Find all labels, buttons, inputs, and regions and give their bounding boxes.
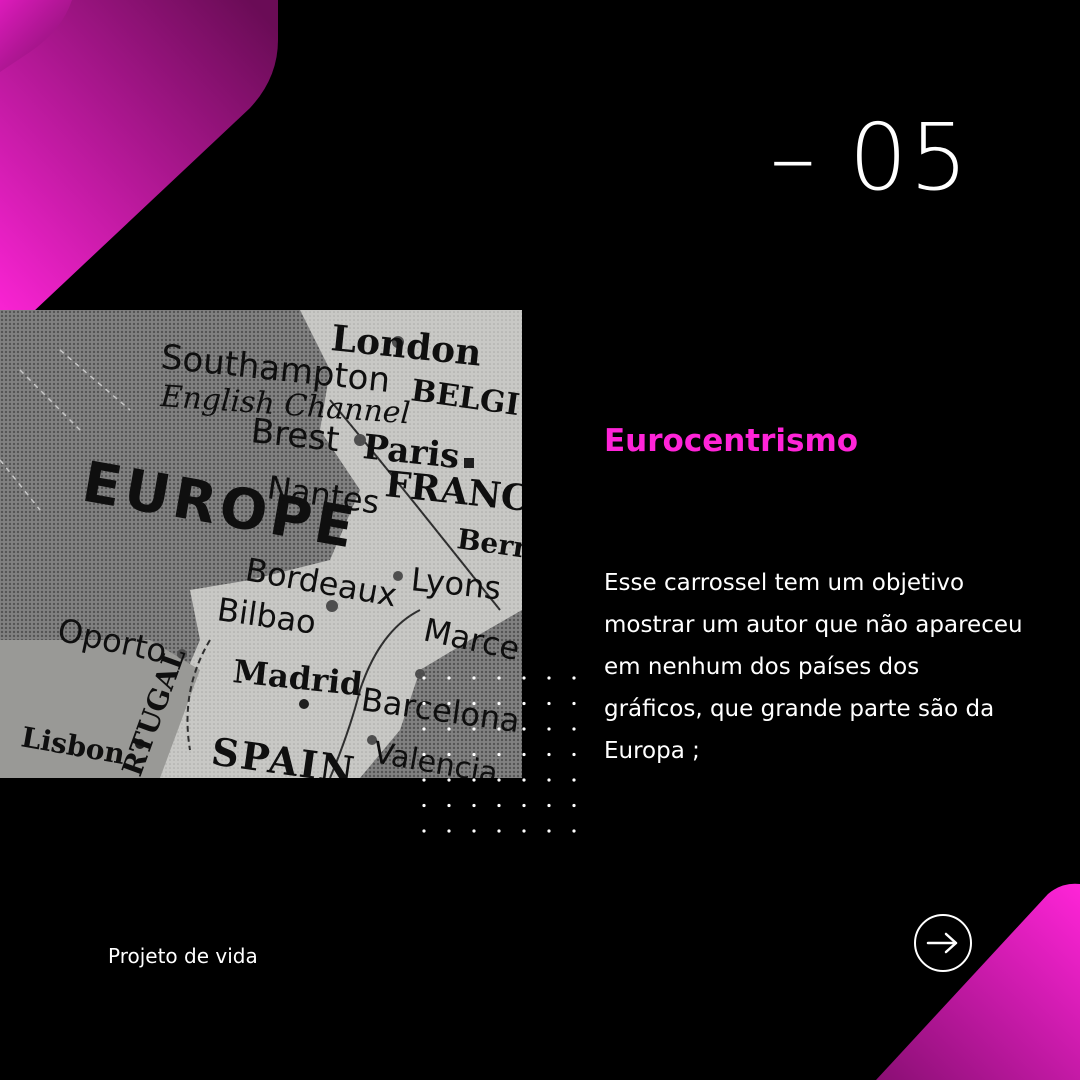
grid-dot [472, 829, 476, 833]
grid-dot [547, 778, 551, 782]
grid-dot [572, 778, 576, 782]
grid-dot [447, 803, 451, 808]
grid-dot [422, 727, 426, 731]
grid-dot [422, 803, 426, 808]
grid-dot [572, 727, 576, 731]
grid-dot [422, 752, 426, 757]
grid-dot [547, 701, 551, 706]
grid-dot [422, 701, 426, 706]
body-paragraph: Esse carrossel tem um objetivo mostrar u… [604, 570, 1023, 764]
grid-dot [497, 676, 501, 680]
grid-dot [522, 727, 526, 731]
grid-dot [522, 676, 526, 680]
grid-dot [447, 752, 451, 757]
grid-dot [472, 778, 476, 782]
grid-dot [522, 701, 526, 706]
grid-dot [547, 727, 551, 731]
grid-dot [447, 778, 451, 782]
grid-dot [497, 701, 501, 706]
grid-dot [547, 803, 551, 808]
grid-dot [572, 676, 576, 680]
grid-dot [547, 676, 551, 680]
grid-dot [422, 676, 426, 680]
arrow-right-icon [926, 932, 958, 954]
grid-dot [472, 701, 476, 706]
grid-dot [497, 803, 501, 808]
grid-dot [422, 778, 426, 782]
grid-dot [472, 752, 476, 757]
grid-dot [447, 701, 451, 706]
grid-dot [447, 829, 451, 833]
grid-dot [522, 778, 526, 782]
grid-dot [497, 752, 501, 757]
grid-dot [572, 752, 576, 757]
grid-dot [572, 701, 576, 706]
grid-dot [522, 829, 526, 833]
grid-dot [497, 778, 501, 782]
grid-dot [447, 676, 451, 680]
grid-dot [497, 829, 501, 833]
slide-number: – 05 [769, 104, 970, 211]
grid-dot [547, 829, 551, 833]
grid-dot [572, 829, 576, 833]
grid-dot [472, 803, 476, 808]
grid-dot [522, 803, 526, 808]
grid-dot [422, 829, 426, 833]
grid-dot [472, 727, 476, 731]
grid-dot [522, 752, 526, 757]
grid-dot [447, 727, 451, 731]
grid-dot [547, 752, 551, 757]
dot-grid-decoration [422, 676, 576, 833]
grid-dot [472, 676, 476, 680]
footer-label: Projeto de vida [108, 944, 258, 968]
next-slide-button[interactable] [914, 914, 972, 972]
grid-dot [497, 727, 501, 731]
section-title: Eurocentrismo [604, 423, 859, 459]
corner-gradient-shape-top-left [0, 0, 278, 334]
corner-gradient-shape-bottom-right [876, 883, 1080, 1080]
grid-dot [572, 803, 576, 808]
